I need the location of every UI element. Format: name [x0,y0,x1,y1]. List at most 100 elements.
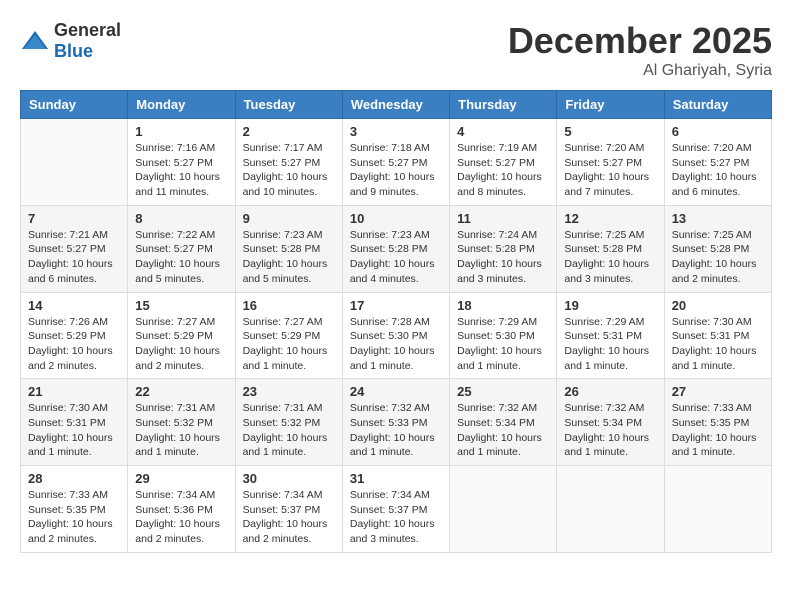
day-number: 15 [135,298,227,313]
calendar-cell: 8 Sunrise: 7:22 AM Sunset: 5:27 PM Daylig… [128,205,235,292]
day-info: Sunrise: 7:32 AM Sunset: 5:34 PM Dayligh… [457,401,549,460]
calendar-cell: 16 Sunrise: 7:27 AM Sunset: 5:29 PM Dayli… [235,292,342,379]
weekday-header-row: SundayMondayTuesdayWednesdayThursdayFrid… [21,91,772,119]
day-number: 11 [457,211,549,226]
calendar-cell [664,466,771,553]
day-info: Sunrise: 7:29 AM Sunset: 5:31 PM Dayligh… [564,315,656,374]
day-info: Sunrise: 7:23 AM Sunset: 5:28 PM Dayligh… [243,228,335,287]
day-number: 16 [243,298,335,313]
day-number: 6 [672,124,764,139]
day-number: 9 [243,211,335,226]
calendar-week-2: 14 Sunrise: 7:26 AM Sunset: 5:29 PM Dayli… [21,292,772,379]
logo-blue: Blue [54,41,93,61]
logo-icon [20,29,50,53]
day-number: 17 [350,298,442,313]
calendar-cell [450,466,557,553]
calendar-table: SundayMondayTuesdayWednesdayThursdayFrid… [20,90,772,553]
page-header: General Blue December 2025 Al Ghariyah, … [20,20,772,80]
calendar-cell: 5 Sunrise: 7:20 AM Sunset: 5:27 PM Daylig… [557,119,664,206]
calendar-cell: 26Sunrise: 7:32 AM Sunset: 5:34 PM Dayli… [557,379,664,466]
day-info: Sunrise: 7:24 AM Sunset: 5:28 PM Dayligh… [457,228,549,287]
calendar-cell: 29Sunrise: 7:34 AM Sunset: 5:36 PM Dayli… [128,466,235,553]
day-info: Sunrise: 7:23 AM Sunset: 5:28 PM Dayligh… [350,228,442,287]
day-number: 19 [564,298,656,313]
calendar-cell: 20 Sunrise: 7:30 AM Sunset: 5:31 PM Dayli… [664,292,771,379]
calendar-cell: 7 Sunrise: 7:21 AM Sunset: 5:27 PM Daylig… [21,205,128,292]
day-number: 22 [135,384,227,399]
day-info: Sunrise: 7:16 AM Sunset: 5:27 PM Dayligh… [135,141,227,200]
calendar-week-4: 28 Sunrise: 7:33 AM Sunset: 5:35 PM Dayli… [21,466,772,553]
day-number: 14 [28,298,120,313]
day-number: 4 [457,124,549,139]
calendar-cell: 2Sunrise: 7:17 AM Sunset: 5:27 PM Daylig… [235,119,342,206]
day-info: Sunrise: 7:21 AM Sunset: 5:27 PM Dayligh… [28,228,120,287]
title-area: December 2025 Al Ghariyah, Syria [508,20,772,80]
calendar-body: 1 Sunrise: 7:16 AM Sunset: 5:27 PM Daylig… [21,119,772,553]
day-number: 23 [243,384,335,399]
day-info: Sunrise: 7:20 AM Sunset: 5:27 PM Dayligh… [564,141,656,200]
day-number: 31 [350,471,442,486]
weekday-header-tuesday: Tuesday [235,91,342,119]
day-number: 5 [564,124,656,139]
calendar-cell: 9 Sunrise: 7:23 AM Sunset: 5:28 PM Daylig… [235,205,342,292]
day-info: Sunrise: 7:30 AM Sunset: 5:31 PM Dayligh… [28,401,120,460]
day-number: 7 [28,211,120,226]
day-number: 8 [135,211,227,226]
calendar-cell: 17Sunrise: 7:28 AM Sunset: 5:30 PM Dayli… [342,292,449,379]
day-info: Sunrise: 7:34 AM Sunset: 5:37 PM Dayligh… [243,488,335,547]
calendar-cell: 13 Sunrise: 7:25 AM Sunset: 5:28 PM Dayli… [664,205,771,292]
day-info: Sunrise: 7:18 AM Sunset: 5:27 PM Dayligh… [350,141,442,200]
day-info: Sunrise: 7:26 AM Sunset: 5:29 PM Dayligh… [28,315,120,374]
calendar-cell: 6Sunrise: 7:20 AM Sunset: 5:27 PM Daylig… [664,119,771,206]
weekday-header-monday: Monday [128,91,235,119]
day-info: Sunrise: 7:27 AM Sunset: 5:29 PM Dayligh… [243,315,335,374]
calendar-cell: 22Sunrise: 7:31 AM Sunset: 5:32 PM Dayli… [128,379,235,466]
calendar-cell [557,466,664,553]
calendar-week-1: 7 Sunrise: 7:21 AM Sunset: 5:27 PM Daylig… [21,205,772,292]
day-number: 20 [672,298,764,313]
day-number: 3 [350,124,442,139]
calendar-cell: 4 Sunrise: 7:19 AM Sunset: 5:27 PM Daylig… [450,119,557,206]
day-number: 1 [135,124,227,139]
day-number: 25 [457,384,549,399]
day-info: Sunrise: 7:30 AM Sunset: 5:31 PM Dayligh… [672,315,764,374]
calendar-cell: 15 Sunrise: 7:27 AM Sunset: 5:29 PM Dayli… [128,292,235,379]
day-number: 29 [135,471,227,486]
day-info: Sunrise: 7:33 AM Sunset: 5:35 PM Dayligh… [672,401,764,460]
day-info: Sunrise: 7:33 AM Sunset: 5:35 PM Dayligh… [28,488,120,547]
day-number: 18 [457,298,549,313]
calendar-cell: 14 Sunrise: 7:26 AM Sunset: 5:29 PM Dayli… [21,292,128,379]
calendar-cell: 19 Sunrise: 7:29 AM Sunset: 5:31 PM Dayli… [557,292,664,379]
calendar-cell: 11 Sunrise: 7:24 AM Sunset: 5:28 PM Dayli… [450,205,557,292]
calendar-cell [21,119,128,206]
calendar-cell: 1 Sunrise: 7:16 AM Sunset: 5:27 PM Daylig… [128,119,235,206]
calendar-cell: 30 Sunrise: 7:34 AM Sunset: 5:37 PM Dayli… [235,466,342,553]
day-info: Sunrise: 7:22 AM Sunset: 5:27 PM Dayligh… [135,228,227,287]
day-number: 27 [672,384,764,399]
day-number: 24 [350,384,442,399]
day-info: Sunrise: 7:32 AM Sunset: 5:33 PM Dayligh… [350,401,442,460]
day-info: Sunrise: 7:31 AM Sunset: 5:32 PM Dayligh… [243,401,335,460]
day-number: 21 [28,384,120,399]
day-number: 28 [28,471,120,486]
day-info: Sunrise: 7:27 AM Sunset: 5:29 PM Dayligh… [135,315,227,374]
weekday-header-saturday: Saturday [664,91,771,119]
weekday-header-wednesday: Wednesday [342,91,449,119]
logo-text: General Blue [54,20,121,62]
logo-general: General [54,20,121,40]
calendar-cell: 31 Sunrise: 7:34 AM Sunset: 5:37 PM Dayli… [342,466,449,553]
calendar-cell: 27 Sunrise: 7:33 AM Sunset: 5:35 PM Dayli… [664,379,771,466]
day-info: Sunrise: 7:25 AM Sunset: 5:28 PM Dayligh… [672,228,764,287]
calendar-cell: 24 Sunrise: 7:32 AM Sunset: 5:33 PM Dayli… [342,379,449,466]
day-number: 30 [243,471,335,486]
day-info: Sunrise: 7:34 AM Sunset: 5:37 PM Dayligh… [350,488,442,547]
location-title: Al Ghariyah, Syria [508,62,772,80]
calendar-cell: 25 Sunrise: 7:32 AM Sunset: 5:34 PM Dayli… [450,379,557,466]
calendar-cell: 10 Sunrise: 7:23 AM Sunset: 5:28 PM Dayli… [342,205,449,292]
day-number: 10 [350,211,442,226]
calendar-week-3: 21 Sunrise: 7:30 AM Sunset: 5:31 PM Dayli… [21,379,772,466]
day-number: 13 [672,211,764,226]
logo: General Blue [20,20,121,62]
day-info: Sunrise: 7:19 AM Sunset: 5:27 PM Dayligh… [457,141,549,200]
calendar-cell: 21 Sunrise: 7:30 AM Sunset: 5:31 PM Dayli… [21,379,128,466]
